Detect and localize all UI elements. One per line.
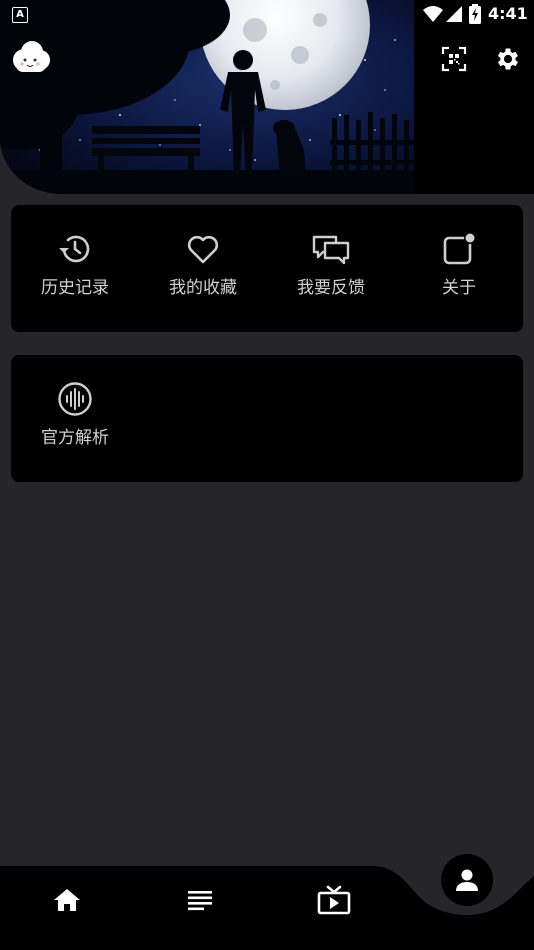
cell-signal-icon bbox=[446, 6, 462, 22]
nav-list[interactable] bbox=[170, 880, 230, 920]
status-bar: A 4:41 bbox=[0, 0, 534, 30]
qr-scan-icon bbox=[441, 46, 467, 72]
cloud-face-icon bbox=[13, 41, 50, 72]
settings-button[interactable] bbox=[494, 45, 522, 73]
person-icon bbox=[456, 869, 478, 891]
app-notification-icon: A bbox=[12, 7, 28, 23]
about-label: 关于 bbox=[442, 278, 476, 298]
nav-profile[interactable] bbox=[441, 854, 493, 906]
menu-card: 历史记录 我的收藏 我要反馈 关于 bbox=[11, 205, 523, 332]
battery-icon bbox=[469, 4, 481, 24]
history-label: 历史记录 bbox=[41, 278, 109, 298]
home-icon bbox=[54, 889, 80, 911]
tools-card: 官方解析 bbox=[11, 355, 523, 482]
avatar[interactable] bbox=[10, 38, 52, 78]
favorites-label: 我的收藏 bbox=[169, 278, 237, 298]
scan-button[interactable] bbox=[440, 45, 468, 73]
history-item[interactable]: 历史记录 bbox=[11, 205, 139, 332]
official-parse-label: 官方解析 bbox=[41, 428, 109, 448]
heart-icon bbox=[187, 235, 219, 264]
history-icon bbox=[59, 235, 90, 263]
gear-icon bbox=[497, 48, 519, 70]
list-icon bbox=[188, 891, 212, 911]
notification-square-icon bbox=[443, 232, 476, 265]
wifi-icon bbox=[423, 6, 443, 22]
header-banner: A 4:41 bbox=[0, 0, 534, 194]
nav-video[interactable] bbox=[304, 880, 364, 920]
bottom-navigation bbox=[0, 850, 534, 950]
about-item[interactable]: 关于 bbox=[395, 205, 523, 332]
chat-bubbles-icon bbox=[312, 235, 350, 265]
tv-play-icon bbox=[317, 885, 351, 915]
favorites-item[interactable]: 我的收藏 bbox=[139, 205, 267, 332]
feedback-label: 我要反馈 bbox=[297, 278, 365, 298]
audio-wave-icon bbox=[58, 382, 92, 416]
official-parse-item[interactable]: 官方解析 bbox=[11, 355, 139, 482]
nav-home[interactable] bbox=[37, 880, 97, 920]
status-time: 4:41 bbox=[488, 4, 528, 23]
feedback-item[interactable]: 我要反馈 bbox=[267, 205, 395, 332]
